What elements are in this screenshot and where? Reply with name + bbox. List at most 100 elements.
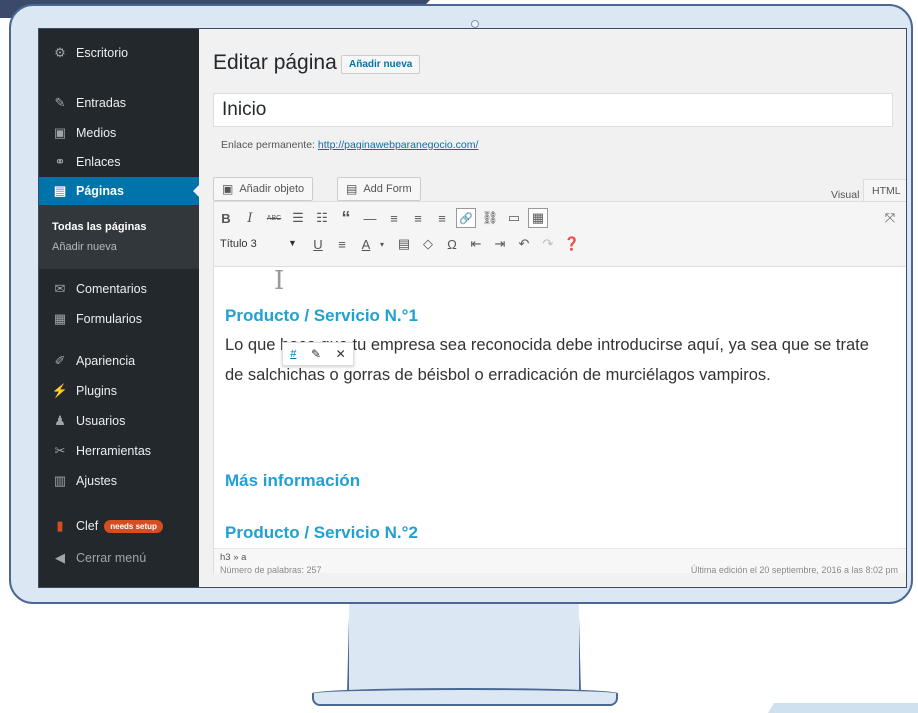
editor-toolbar: B I ABC ☰ ☷ “ — ≡ ≡ ≡ 🔗 ⛓ ▭ ▦ ⤧ Título 3… — [214, 202, 906, 267]
numbered-list-button[interactable]: ☷ — [312, 208, 332, 228]
link-icon: ⚭ — [54, 154, 66, 169]
media-icon: ▣ — [222, 182, 234, 196]
plugins-icon: ⚡ — [51, 383, 69, 398]
last-edit: Última edición el 20 septiembre, 2016 a … — [690, 565, 898, 575]
dashboard-icon: ⚙ — [54, 45, 66, 60]
sidebar-item-usuarios[interactable]: ♟ Usuarios — [39, 407, 199, 435]
word-count: Número de palabras: 257 — [220, 565, 322, 575]
sidebar-item-entradas[interactable]: ✎ Entradas — [39, 89, 199, 117]
page-title: Editar página — [213, 51, 337, 74]
link-inline-toolbar: # ✎ ✕ — [282, 342, 354, 366]
sidebar-item-label: Escritorio — [76, 46, 129, 60]
sidebar-item-apariencia[interactable]: ✐ Apariencia — [39, 347, 199, 375]
align-center-button[interactable]: ≡ — [408, 208, 428, 228]
sidebar-item-enlaces[interactable]: ⚭ Enlaces — [39, 148, 199, 176]
pin-icon: ✎ — [54, 95, 66, 110]
format-select-value: Título 3 — [220, 238, 257, 250]
clef-icon: ▮ — [56, 518, 64, 533]
post-title-input[interactable]: Inicio — [213, 93, 893, 127]
users-icon: ♟ — [54, 413, 66, 428]
indent-button[interactable]: ⇥ — [490, 234, 510, 254]
justify-button[interactable]: ≡ — [332, 234, 352, 254]
italic-button[interactable]: I — [240, 208, 260, 228]
sidebar-item-label: Comentarios — [76, 282, 147, 296]
clear-formatting-button[interactable]: ◇ — [418, 234, 438, 254]
text-cursor-icon: I — [274, 266, 285, 296]
heading-more-info[interactable]: Más información — [225, 471, 360, 491]
main-content: Editar página Añadir nueva Inicio Enlace… — [199, 29, 906, 587]
special-char-button[interactable]: Ω — [442, 234, 462, 254]
pencil-icon[interactable]: ✎ — [311, 347, 321, 361]
sidebar-item-medios[interactable]: ▣ Medios — [39, 119, 199, 147]
toolbar-toggle-button[interactable]: ▦ — [528, 208, 548, 228]
add-object-label: Añadir objeto — [239, 183, 305, 195]
bold-button[interactable]: B — [216, 208, 236, 228]
sidebar-item-plugins[interactable]: ⚡ Plugins — [39, 377, 199, 405]
tools-icon: ✂ — [54, 443, 66, 458]
unlink-button[interactable]: ⛓ — [480, 208, 500, 228]
heading-product-2[interactable]: Producto / Servicio N.°2 — [225, 523, 418, 543]
sidebar-item-label: Entradas — [76, 96, 127, 110]
collapse-icon: ◀ — [55, 550, 65, 565]
redo-button[interactable]: ↷ — [538, 234, 558, 254]
align-right-button[interactable]: ≡ — [432, 208, 452, 228]
sidebar-item-label: Usuarios — [76, 414, 126, 428]
horizontal-line-button[interactable]: — — [360, 208, 380, 228]
sidebar-item-label: Enlaces — [76, 155, 121, 169]
admin-sidebar: ⚙ Escritorio ✎ Entradas ▣ Medios ⚭ Enlac… — [39, 29, 200, 587]
editor-area: B I ABC ☰ ☷ “ — ≡ ≡ ≡ 🔗 ⛓ ▭ ▦ ⤧ Título 3… — [213, 201, 906, 575]
editor-content[interactable]: I Producto / Servicio N.°1 Lo que hace q… — [214, 266, 906, 548]
submenu-all-pages[interactable]: Todas las páginas — [52, 221, 147, 233]
sidebar-item-formularios[interactable]: ▦ Formularios — [39, 305, 199, 333]
sidebar-item-ajustes[interactable]: ▥ Ajustes — [39, 467, 199, 495]
wordpress-screen: ⚙ Escritorio ✎ Entradas ▣ Medios ⚭ Enlac… — [38, 28, 907, 588]
fullscreen-icon[interactable]: ⤧ — [880, 208, 900, 228]
help-button[interactable]: ❓ — [562, 234, 582, 254]
sidebar-item-comentarios[interactable]: ✉ Comentarios — [39, 275, 199, 303]
needs-setup-badge: needs setup — [104, 519, 163, 533]
blockquote-button[interactable]: “ — [336, 208, 356, 228]
add-object-button[interactable]: ▣ Añadir objeto — [213, 177, 314, 201]
text-color-dropdown[interactable]: ▾ — [372, 234, 392, 254]
sidebar-item-label: Clef — [76, 519, 99, 533]
sidebar-collapse-menu[interactable]: ◀ Cerrar menú — [39, 544, 199, 572]
sidebar-item-label: Ajustes — [76, 474, 117, 488]
insert-link-button[interactable]: 🔗 — [456, 208, 476, 228]
sidebar-item-label: Páginas — [76, 184, 124, 198]
link-anchor[interactable]: # — [290, 348, 296, 360]
add-new-button[interactable]: Añadir nueva — [341, 55, 421, 74]
forms-icon: ▦ — [53, 311, 67, 326]
settings-icon: ▥ — [53, 473, 67, 488]
sidebar-item-paginas[interactable]: ▤ Páginas — [39, 177, 200, 205]
format-select[interactable]: Título 3 ▼ — [220, 238, 300, 250]
element-path: h3 » a — [220, 552, 247, 563]
tab-html[interactable]: HTML — [863, 179, 906, 201]
close-icon[interactable]: ✕ — [336, 347, 346, 361]
read-more-button[interactable]: ▭ — [504, 208, 524, 228]
bullet-list-button[interactable]: ☰ — [288, 208, 308, 228]
camera-dot — [471, 20, 479, 28]
strikethrough-button[interactable]: ABC — [264, 208, 284, 228]
sidebar-item-label: Herramientas — [76, 444, 152, 458]
sidebar-item-clef[interactable]: ▮ Clef needs setup — [39, 512, 199, 540]
paste-text-button[interactable]: ▤ — [394, 234, 414, 254]
sidebar-item-escritorio[interactable]: ⚙ Escritorio — [39, 39, 199, 67]
permalink-label: Enlace permanente: — [221, 139, 315, 151]
permalink-url[interactable]: http://paginawebparanegocio.com/ — [318, 139, 479, 151]
undo-button[interactable]: ↶ — [514, 234, 534, 254]
heading-product-1[interactable]: Producto / Servicio N.°1 — [225, 306, 418, 326]
sidebar-item-label: Apariencia — [76, 354, 136, 368]
permalink: Enlace permanente: http://paginawebparan… — [221, 139, 478, 151]
monitor-stand-base — [312, 688, 618, 706]
submenu-add-new[interactable]: Añadir nueva — [52, 241, 117, 253]
align-left-button[interactable]: ≡ — [384, 208, 404, 228]
monitor-stand-neck — [347, 604, 581, 694]
decorative-strip — [768, 703, 918, 713]
media-icon: ▣ — [53, 125, 67, 140]
pages-icon: ▤ — [53, 183, 67, 198]
sidebar-item-herramientas[interactable]: ✂ Herramientas — [39, 437, 199, 465]
outdent-button[interactable]: ⇤ — [466, 234, 486, 254]
sidebar-item-label: Formularios — [76, 312, 142, 326]
underline-button[interactable]: U — [308, 234, 328, 254]
add-form-button[interactable]: ▤ Add Form — [337, 177, 421, 201]
